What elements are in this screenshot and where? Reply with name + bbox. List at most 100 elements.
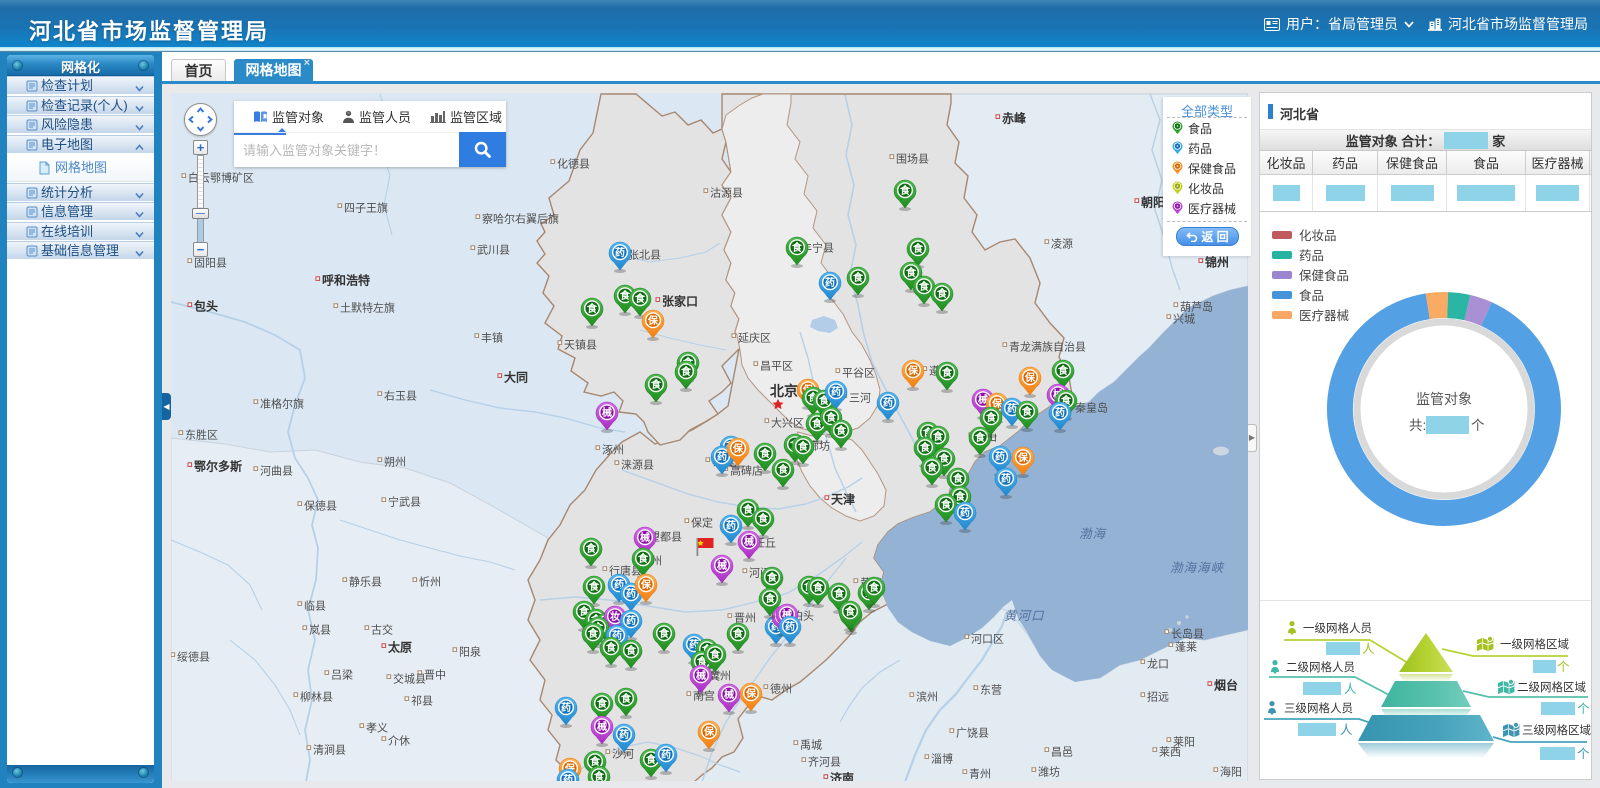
svg-text:药: 药	[615, 246, 625, 259]
svg-text:济南: 济南	[830, 771, 854, 782]
svg-text:个: 个	[1471, 418, 1485, 433]
svg-text:食: 食	[650, 378, 662, 391]
svg-text:海阳: 海阳	[1220, 765, 1242, 779]
svg-text:食: 食	[868, 581, 880, 594]
svg-text:兴城: 兴城	[1173, 313, 1195, 326]
svg-text:食: 食	[588, 580, 600, 593]
svg-text:食: 食	[764, 592, 776, 605]
svg-text:齐河县: 齐河县	[808, 755, 841, 769]
svg-text:武川县: 武川县	[477, 244, 510, 257]
svg-text:烟台: 烟台	[1214, 678, 1238, 693]
svg-text:药: 药	[883, 396, 893, 409]
svg-text:食: 食	[759, 447, 771, 460]
svg-text:食: 食	[844, 605, 856, 618]
svg-text:右玉县: 右玉县	[384, 389, 417, 403]
svg-text:土默特左旗: 土默特左旗	[340, 301, 395, 315]
svg-text:绥德县: 绥德县	[177, 650, 210, 664]
svg-text:赤峰: 赤峰	[1002, 111, 1027, 126]
svg-text:药: 药	[619, 728, 629, 741]
svg-text:药: 药	[785, 620, 795, 633]
svg-text:涞源县: 涞源县	[621, 458, 654, 472]
svg-text:青龙满族自治县: 青龙满族自治县	[1009, 340, 1086, 354]
svg-text:交城县: 交城县	[393, 672, 426, 686]
svg-text:药: 药	[960, 506, 970, 519]
svg-text:延庆区: 延庆区	[738, 331, 771, 345]
svg-text:张北县: 张北县	[628, 249, 661, 262]
svg-text:古交: 古交	[371, 623, 393, 637]
svg-text:食: 食	[974, 431, 986, 444]
svg-text:食: 食	[732, 627, 744, 640]
svg-text:药: 药	[726, 519, 736, 532]
svg-text:忻州: 忻州	[419, 576, 441, 589]
svg-text:人: 人	[1362, 642, 1375, 656]
svg-text:静乐县: 静乐县	[349, 575, 382, 589]
svg-text:阳泉: 阳泉	[459, 645, 481, 659]
svg-text:三级网格人员: 三级网格人员	[1284, 701, 1353, 715]
svg-text:昌平区: 昌平区	[760, 360, 793, 373]
svg-text:青州: 青州	[969, 768, 991, 781]
svg-text:食: 食	[680, 365, 692, 378]
svg-text:河口区: 河口区	[971, 633, 1004, 646]
svg-text:食: 食	[899, 184, 911, 197]
svg-text:械: 械	[744, 535, 754, 548]
svg-text:天津: 天津	[831, 492, 855, 507]
svg-text:食: 食	[620, 692, 632, 705]
svg-text:朔州: 朔州	[384, 456, 406, 469]
svg-text:沽源县: 沽源县	[710, 186, 743, 200]
svg-text:食: 食	[941, 366, 953, 379]
svg-text:天镇县: 天镇县	[564, 338, 597, 352]
svg-text:葫芦岛: 葫芦岛	[1180, 300, 1213, 314]
svg-text:个: 个	[1557, 660, 1570, 674]
svg-text:食: 食	[766, 571, 778, 584]
svg-text:保: 保	[1017, 451, 1029, 464]
svg-text:二级网格区域: 二级网格区域	[1517, 680, 1586, 694]
svg-text:药: 药	[661, 748, 671, 761]
svg-text:食: 食	[905, 266, 917, 279]
svg-text:食: 食	[757, 512, 769, 525]
svg-text:宁武县: 宁武县	[388, 495, 421, 509]
svg-text:食: 食	[852, 271, 864, 284]
svg-text:食: 食	[918, 280, 930, 293]
svg-text:呼和浩特: 呼和浩特	[322, 273, 370, 288]
svg-text:保: 保	[1024, 371, 1036, 384]
svg-text:三河: 三河	[849, 392, 871, 405]
svg-text:械: 械	[717, 559, 727, 572]
svg-text:临县: 临县	[304, 599, 326, 613]
svg-text:药: 药	[626, 614, 636, 627]
svg-text:械: 械	[597, 720, 607, 733]
svg-text:药: 药	[717, 450, 727, 463]
svg-text:监管对象: 监管对象	[1416, 391, 1472, 407]
svg-text:保: 保	[907, 364, 919, 377]
svg-text:共:: 共:	[1409, 418, 1426, 433]
svg-text:长岛县: 长岛县	[1171, 627, 1204, 641]
svg-text:昌邑: 昌邑	[1051, 746, 1073, 759]
svg-text:平谷区: 平谷区	[842, 367, 875, 380]
svg-text:禹城: 禹城	[800, 739, 822, 752]
svg-text:药: 药	[1001, 472, 1011, 485]
svg-text:食: 食	[1057, 364, 1069, 377]
svg-text:大兴区: 大兴区	[771, 416, 804, 430]
svg-text:围场县: 围场县	[896, 152, 929, 166]
svg-text:食: 食	[709, 648, 721, 661]
svg-text:药: 药	[1055, 406, 1065, 419]
svg-text:药: 药	[1007, 402, 1017, 415]
svg-text:三级网格区域: 三级网格区域	[1522, 723, 1591, 737]
svg-text:一级网格人员: 一级网格人员	[1303, 621, 1372, 635]
svg-text:药: 药	[825, 276, 835, 289]
svg-text:食: 食	[835, 424, 847, 437]
svg-text:食: 食	[912, 242, 924, 255]
svg-text:广饶县: 广饶县	[956, 727, 989, 740]
svg-text:一级网格区域: 一级网格区域	[1500, 637, 1569, 651]
svg-text:化德县: 化德县	[557, 157, 590, 171]
svg-text:食: 食	[926, 461, 938, 474]
svg-text:岚县: 岚县	[309, 624, 331, 637]
svg-text:食: 食	[777, 463, 789, 476]
svg-text:包头: 包头	[193, 299, 218, 314]
svg-text:四子王旗: 四子王旗	[344, 201, 388, 215]
svg-text:个: 个	[1577, 747, 1590, 761]
svg-text:保: 保	[703, 725, 715, 738]
svg-text:食: 食	[596, 697, 608, 710]
svg-text:械: 械	[640, 531, 650, 544]
svg-text:东胜区: 东胜区	[185, 428, 218, 442]
svg-text:保定: 保定	[691, 516, 713, 530]
